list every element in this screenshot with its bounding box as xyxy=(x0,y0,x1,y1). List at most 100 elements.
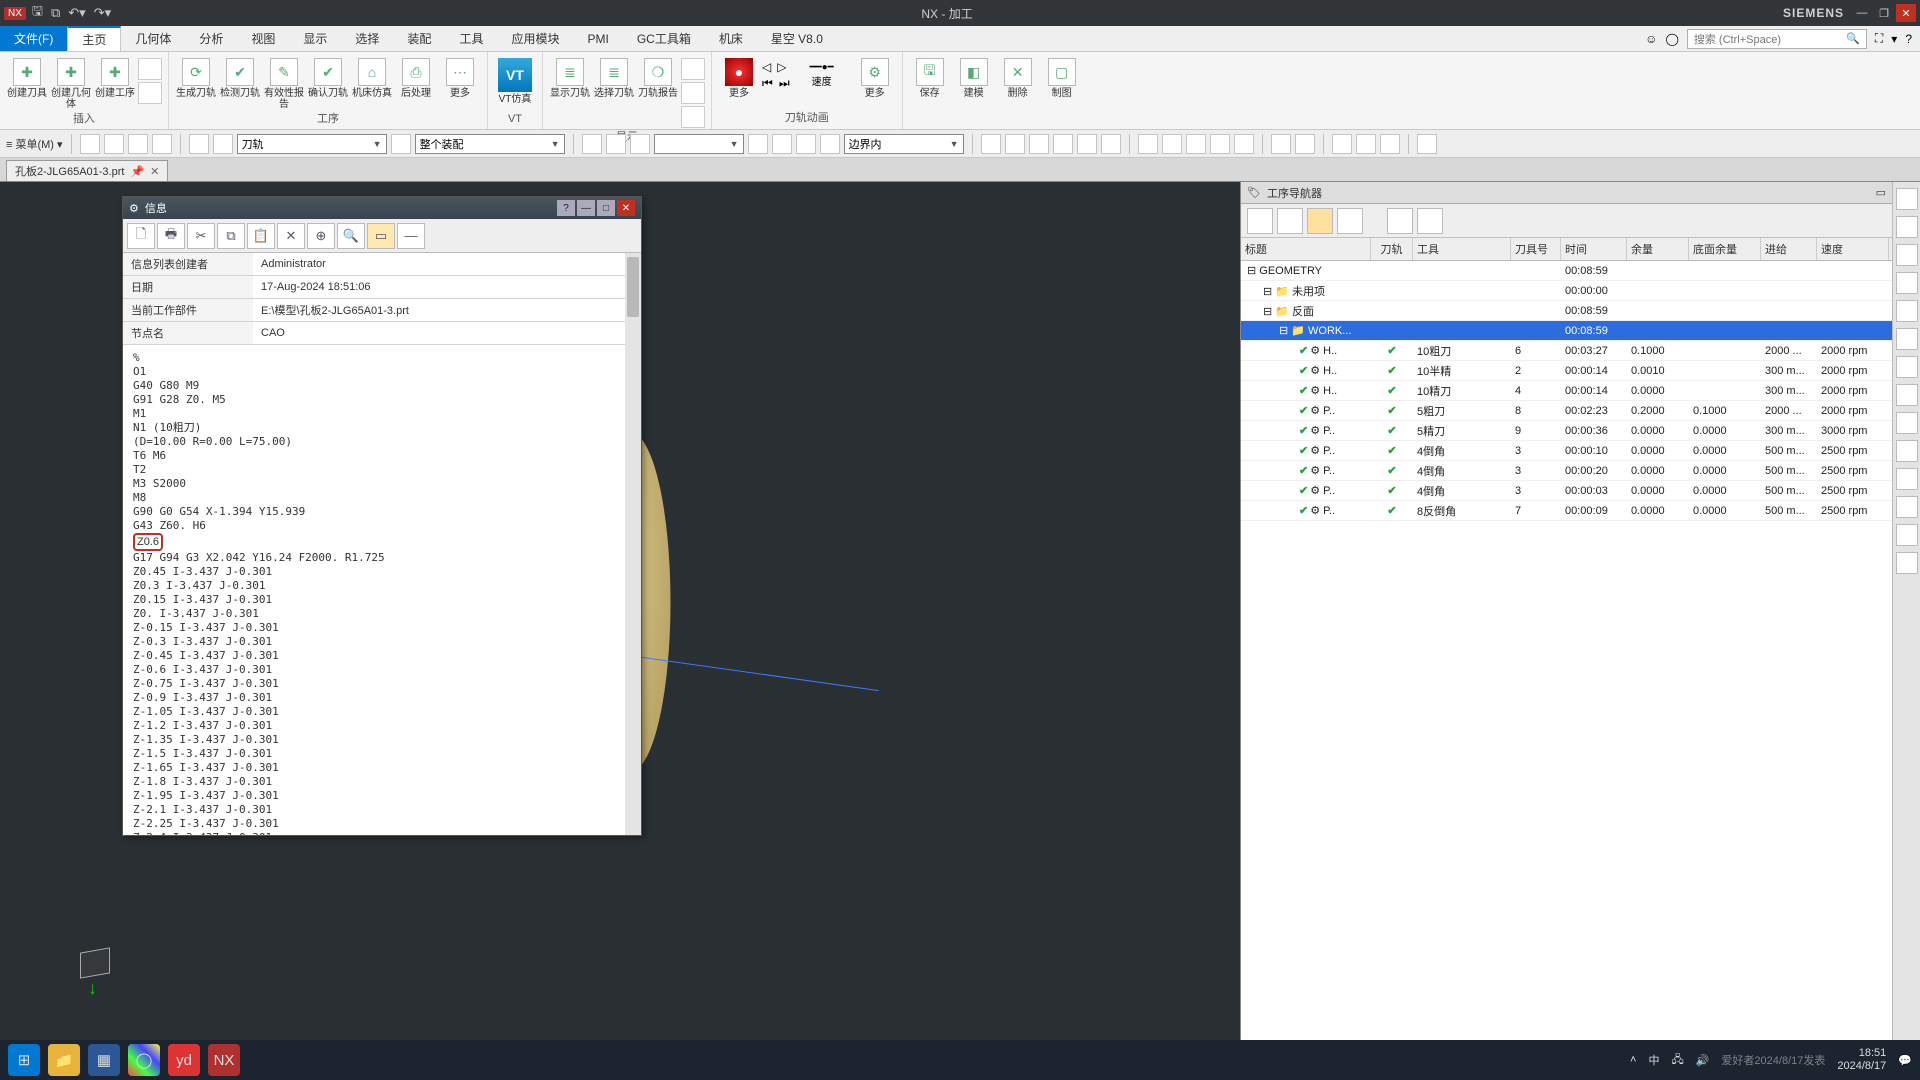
tb-icon[interactable] xyxy=(391,134,411,154)
tab-file[interactable]: 文件(F) xyxy=(0,26,67,51)
triad[interactable]: ↓ xyxy=(80,950,130,1000)
operation-row[interactable]: ✔⚙ H..✔10粗刀600:03:270.10002000 ...2000 r… xyxy=(1241,341,1892,361)
undo-icon[interactable]: ↶▾ xyxy=(68,5,85,21)
tb-icon[interactable] xyxy=(1138,134,1158,154)
app-icon[interactable]: ▦ xyxy=(88,1044,120,1076)
btn-post[interactable]: ⎙后处理 xyxy=(395,54,437,99)
tb-icon[interactable] xyxy=(748,134,768,154)
nc-listing[interactable]: % O1 G40 G80 M9 G91 G28 Z0. M5 M1 N1 (10… xyxy=(123,345,641,835)
tab-xk[interactable]: 星空 V8.0 xyxy=(757,26,837,51)
side-icon[interactable] xyxy=(1896,300,1918,322)
tab-pmi[interactable]: PMI xyxy=(573,26,622,51)
btn-anim-more2[interactable]: ⚙更多 xyxy=(854,54,896,99)
tb-icon[interactable] xyxy=(1101,134,1121,154)
redo-icon[interactable]: ↷▾ xyxy=(94,5,111,21)
fullscreen-icon[interactable]: ⛶ xyxy=(1875,31,1883,46)
btn-sel-path[interactable]: ≣选择刀轨 xyxy=(593,54,635,99)
notifications-icon[interactable]: 💬 xyxy=(1898,1054,1912,1067)
operation-row[interactable]: ✔⚙ P..✔4倒角300:00:100.00000.0000500 m...2… xyxy=(1241,441,1892,461)
dialog-scrollbar[interactable] xyxy=(625,253,641,835)
btn-model[interactable]: ◧建模 xyxy=(953,54,995,99)
dlg-tb-icon[interactable]: ⧉ xyxy=(217,223,245,249)
nav-tb-icon[interactable] xyxy=(1417,208,1443,234)
operation-row[interactable]: ✔⚙ H..✔10精刀400:00:140.0000300 m...2000 r… xyxy=(1241,381,1892,401)
operation-row[interactable]: ✔⚙ P..✔5精刀900:00:360.00000.0000300 m...3… xyxy=(1241,421,1892,441)
tb-icon[interactable] xyxy=(1417,134,1437,154)
tb-icon[interactable] xyxy=(772,134,792,154)
dlg-tb-icon[interactable]: 🖶 xyxy=(157,223,185,249)
combo-within[interactable]: 边界内▼ xyxy=(844,134,964,154)
btn-path-report[interactable]: ❍刀轨报告 xyxy=(637,54,679,99)
dlg-tb-icon[interactable]: 📋 xyxy=(247,223,275,249)
tab-assembly[interactable]: 装配 xyxy=(393,26,445,51)
tab-machine[interactable]: 机床 xyxy=(705,26,757,51)
start-button[interactable]: ⊞ xyxy=(8,1044,40,1076)
btn-gen-path[interactable]: ⟳生成刀轨 xyxy=(175,54,217,99)
tree-row[interactable]: ⊟ 📁 WORK...00:08:59 xyxy=(1241,321,1892,341)
tree-row[interactable]: ⊟ GEOMETRY00:08:59 xyxy=(1241,261,1892,281)
combo-asm[interactable]: 整个装配▼ xyxy=(415,134,565,154)
close-button[interactable]: ✕ xyxy=(1896,4,1916,22)
volume-icon[interactable]: 🔊 xyxy=(1696,1054,1710,1067)
tb-icon[interactable] xyxy=(1053,134,1073,154)
tb-icon[interactable] xyxy=(1029,134,1049,154)
dlg-tb-icon[interactable]: ⊕ xyxy=(307,223,335,249)
operation-row[interactable]: ✔⚙ H..✔10半精200:00:140.0010300 m...2000 r… xyxy=(1241,361,1892,381)
chrome-icon[interactable]: ◯ xyxy=(128,1044,160,1076)
dropdown-icon[interactable]: ▾ xyxy=(1891,32,1897,46)
tb-icon[interactable] xyxy=(796,134,816,154)
nav-tb-icon[interactable] xyxy=(1307,208,1333,234)
search-input[interactable]: 搜索 (Ctrl+Space)🔍 xyxy=(1687,29,1867,49)
tb-icon[interactable] xyxy=(1234,134,1254,154)
operation-row[interactable]: ✔⚙ P..✔4倒角300:00:200.00000.0000500 m...2… xyxy=(1241,461,1892,481)
ime-icon[interactable]: 中 xyxy=(1648,1052,1659,1068)
side-icon[interactable] xyxy=(1896,552,1918,574)
tb-icon[interactable] xyxy=(1210,134,1230,154)
side-icon[interactable] xyxy=(1896,524,1918,546)
btn-confirm[interactable]: ✔确认刀轨 xyxy=(307,54,349,99)
btn-create-geom[interactable]: ✚创建几何体 xyxy=(50,54,92,110)
tb-icon[interactable] xyxy=(1332,134,1352,154)
tab-select[interactable]: 选择 xyxy=(341,26,393,51)
combo-empty[interactable]: ▼ xyxy=(654,134,744,154)
btn-delete[interactable]: ✕删除 xyxy=(997,54,1039,99)
dlg-tb-icon[interactable]: 🔍 xyxy=(337,223,365,249)
play-prev-icon[interactable]: ◁ xyxy=(762,60,771,74)
clock[interactable]: 18:51 2024/8/17 xyxy=(1837,1047,1886,1073)
copy-icon[interactable]: ⧉ xyxy=(51,5,60,21)
operation-row[interactable]: ✔⚙ P..✔5粗刀800:02:230.20000.10002000 ...2… xyxy=(1241,401,1892,421)
speed-slider[interactable]: ━━●━速度 xyxy=(792,54,852,88)
tb-icon[interactable] xyxy=(1380,134,1400,154)
tab-analyze[interactable]: 分析 xyxy=(185,26,237,51)
step-back-icon[interactable]: ⏮ xyxy=(762,76,773,91)
side-icon[interactable] xyxy=(1896,244,1918,266)
dlg-tb-icon[interactable]: ▭ xyxy=(367,223,395,249)
operation-row[interactable]: ✔⚙ P..✔4倒角300:00:030.00000.0000500 m...2… xyxy=(1241,481,1892,501)
side-icon[interactable] xyxy=(1896,440,1918,462)
operation-row[interactable]: ✔⚙ P..✔8反倒角700:00:090.00000.0000500 m...… xyxy=(1241,501,1892,521)
side-icon[interactable] xyxy=(1896,468,1918,490)
tb-icon[interactable] xyxy=(1356,134,1376,154)
btn-vt[interactable]: VTVT仿真 xyxy=(494,54,536,105)
combo-path[interactable]: 刀轨▼ xyxy=(237,134,387,154)
tree-row[interactable]: ⊟ 📁 未用项00:00:00 xyxy=(1241,281,1892,301)
tb-icon[interactable] xyxy=(1005,134,1025,154)
dlg-tb-icon[interactable]: 🗋 xyxy=(127,223,155,249)
tb-icon[interactable] xyxy=(104,134,124,154)
tb-icon[interactable] xyxy=(1162,134,1182,154)
tb-icon[interactable] xyxy=(1271,134,1291,154)
help-icon[interactable]: ? xyxy=(1905,32,1912,46)
side-icon[interactable] xyxy=(1896,188,1918,210)
side-icon[interactable] xyxy=(1896,216,1918,238)
tab-geometry[interactable]: 几何体 xyxy=(121,26,185,51)
side-icon[interactable] xyxy=(1896,328,1918,350)
btn-sim[interactable]: ⌂机床仿真 xyxy=(351,54,393,99)
side-icon[interactable] xyxy=(1896,356,1918,378)
file-tab[interactable]: 孔板2-JLG65A01-3.prt 📌 ✕ xyxy=(6,160,168,181)
btn-check-path[interactable]: ✔检测刀轨 xyxy=(219,54,261,99)
btn-create-tool[interactable]: ✚创建刀具 xyxy=(6,54,48,99)
tb-icon[interactable] xyxy=(820,134,840,154)
tab-view[interactable]: 视图 xyxy=(237,26,289,51)
tb-icon[interactable] xyxy=(213,134,233,154)
nx-task-icon[interactable]: NX xyxy=(208,1044,240,1076)
